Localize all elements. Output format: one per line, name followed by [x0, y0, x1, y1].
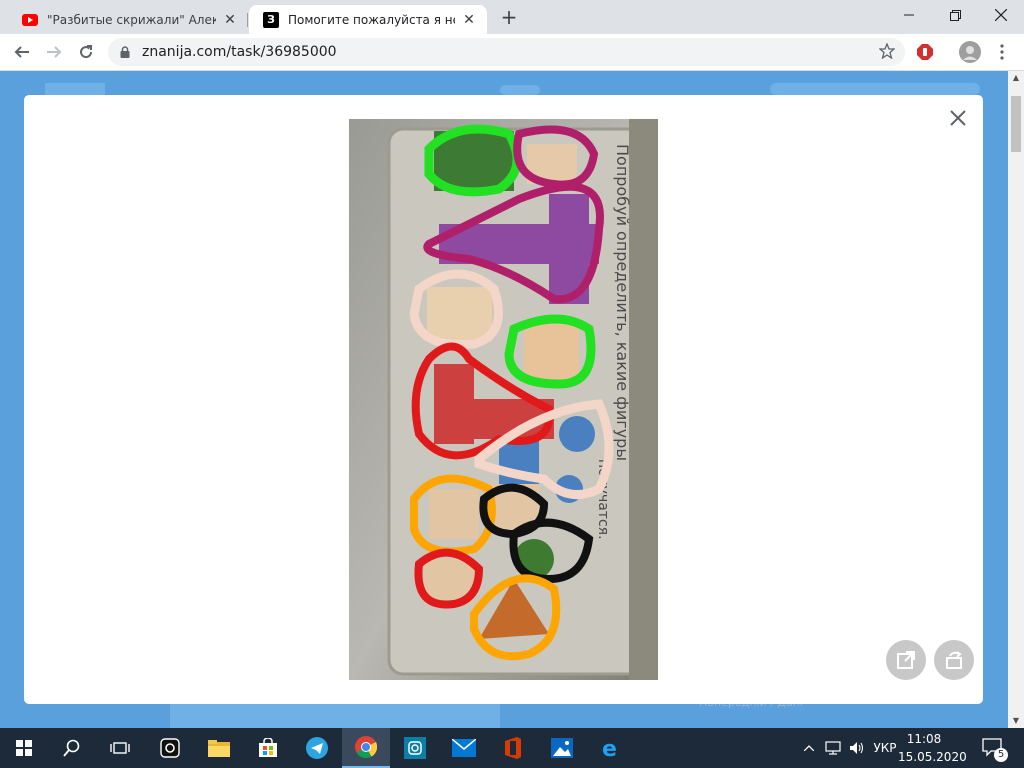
office-icon[interactable]	[489, 728, 537, 768]
rotate-image-button[interactable]	[934, 640, 974, 680]
mail-icon[interactable]	[440, 728, 488, 768]
url-text[interactable]: znanija.com/task/36985000	[142, 44, 337, 60]
photos-icon[interactable]	[538, 728, 586, 768]
svg-text:Попробуй определить, какие фиг: Попробуй определить, какие фигуры	[613, 144, 632, 461]
tab-title: Помогите пожалуйста я не знаю	[288, 12, 455, 27]
lock-icon[interactable]	[120, 46, 130, 61]
telegram-icon[interactable]	[293, 728, 341, 768]
scroll-down-arrow-icon[interactable]: ▼	[1008, 714, 1024, 728]
attachment-photo: Попробуй определить, какие фигуры получа…	[349, 119, 658, 680]
notification-count: 5	[994, 748, 1008, 762]
background-logo	[45, 83, 105, 95]
page-backdrop: Попередній / Далі	[0, 71, 1008, 728]
chevron-up-icon[interactable]	[800, 728, 818, 768]
close-tab-icon[interactable]: ✕	[461, 12, 477, 28]
profile-avatar[interactable]	[956, 38, 984, 66]
tab-strip: "Разбитые скрижали" Алексей Л ✕ З Помоги…	[0, 0, 1024, 34]
bookmark-star-icon[interactable]	[878, 42, 896, 62]
clock-time: 11:08	[906, 732, 942, 746]
minimize-button[interactable]	[886, 0, 932, 30]
store-icon[interactable]	[244, 728, 292, 768]
chrome-icon[interactable]	[342, 728, 390, 768]
background-search	[770, 83, 980, 95]
background-card	[170, 704, 500, 728]
language-indicator[interactable]: УКР	[870, 728, 900, 768]
background-nav	[500, 85, 540, 95]
clock[interactable]: 11:08 15.05.2020	[898, 730, 967, 766]
tab-znanija[interactable]: З Помогите пожалуйста я не знаю ✕	[249, 5, 487, 34]
restore-button[interactable]	[932, 0, 978, 30]
task-view-icon[interactable]	[96, 728, 144, 768]
youtube-icon	[22, 12, 38, 28]
open-external-button[interactable]	[886, 640, 926, 680]
reload-button[interactable]	[72, 38, 100, 66]
windows-taskbar: e УКР 11:08 15.05.2020 5	[0, 728, 1024, 768]
scroll-up-arrow-icon[interactable]: ▲	[1008, 71, 1024, 85]
camera-app-icon[interactable]	[146, 728, 194, 768]
browser-toolbar: znanija.com/task/36985000	[0, 34, 1024, 71]
edge-icon[interactable]: e	[587, 728, 635, 768]
instagram-app-icon[interactable]	[391, 728, 439, 768]
file-explorer-icon[interactable]	[195, 728, 243, 768]
tab-youtube[interactable]: "Разбитые скрижали" Алексей Л ✕	[8, 5, 248, 34]
forward-button[interactable]	[40, 38, 68, 66]
image-viewer-modal: Попробуй определить, какие фигуры получа…	[24, 95, 983, 704]
vertical-scrollbar[interactable]: ▲ ▼	[1008, 71, 1024, 728]
address-bar[interactable]: znanija.com/task/36985000	[108, 38, 905, 66]
svg-text:e: e	[602, 737, 617, 759]
clock-date: 15.05.2020	[898, 750, 967, 764]
tab-title: "Разбитые скрижали" Алексей Л	[47, 12, 216, 27]
back-button[interactable]	[8, 38, 36, 66]
close-icon[interactable]	[947, 107, 969, 129]
znanija-icon: З	[263, 11, 279, 28]
close-tab-icon[interactable]: ✕	[222, 12, 238, 28]
scroll-thumb[interactable]	[1011, 96, 1021, 152]
network-icon[interactable]	[822, 728, 844, 768]
notifications-icon[interactable]: 5	[978, 728, 1008, 768]
menu-kebab-icon[interactable]	[988, 38, 1016, 66]
start-button[interactable]	[0, 728, 48, 768]
adblock-extension-icon[interactable]	[911, 38, 939, 66]
new-tab-button[interactable]: +	[499, 7, 519, 27]
close-window-button[interactable]	[978, 0, 1024, 30]
search-icon[interactable]	[48, 728, 96, 768]
volume-icon[interactable]	[846, 728, 868, 768]
